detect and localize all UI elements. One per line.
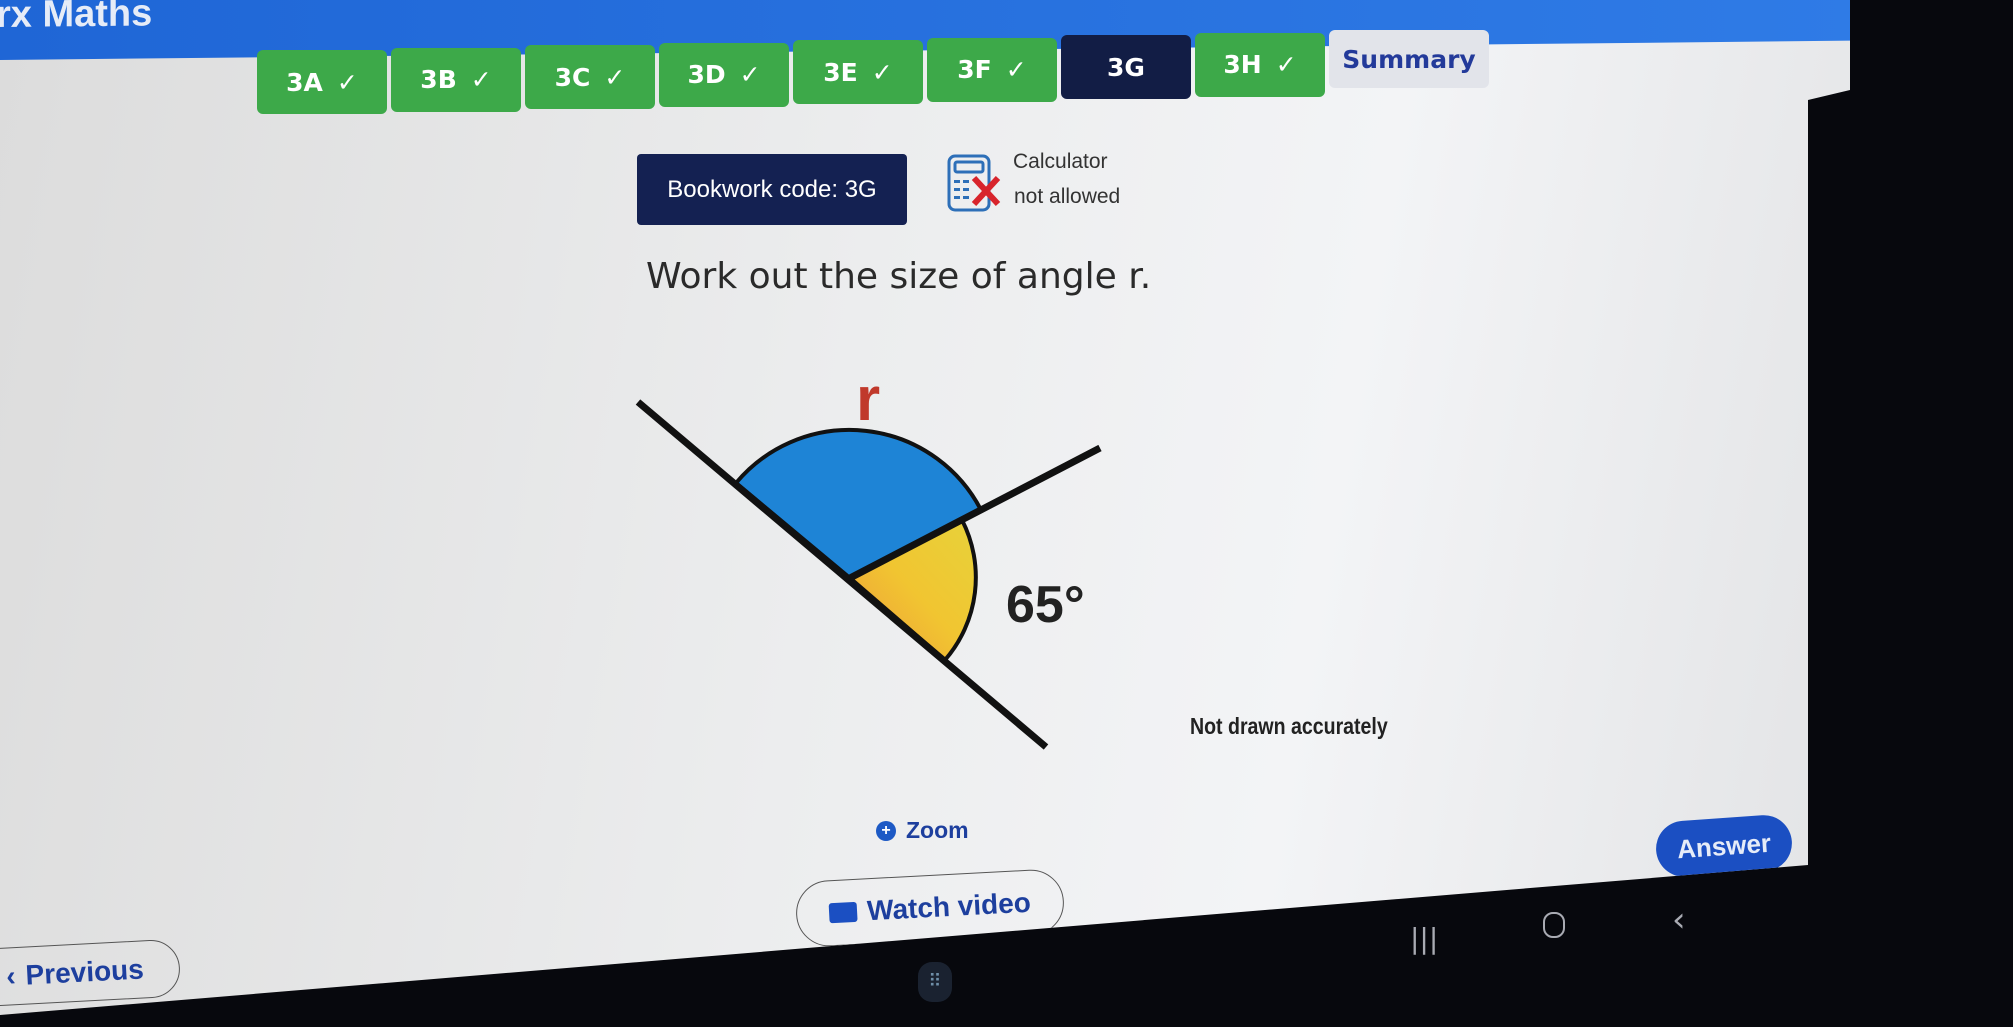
previous-label: Previous: [24, 953, 145, 991]
screen: rx Maths 3A ✓ 3B ✓ 3C ✓ 3D ✓ 3E ✓ 3F ✓ 3G 3H ✓ Summary …: [0, 0, 1850, 1015]
zoom-in-icon: +: [876, 820, 896, 841]
back-icon[interactable]: ‹: [1672, 900, 1686, 940]
chevron-left-icon: ‹: [5, 960, 17, 992]
answer-label: Answer: [1676, 827, 1772, 864]
known-angle-label: 65°: [1006, 576, 1085, 634]
diagram-note: Not drawn accurately: [1190, 713, 1388, 739]
zoom-label: Zoom: [906, 817, 969, 843]
answer-button[interactable]: Answer: [1654, 813, 1794, 879]
app-drawer-icon[interactable]: ⠿: [918, 962, 952, 1002]
home-icon[interactable]: [1543, 912, 1565, 938]
watch-video-button[interactable]: Watch video: [794, 868, 1066, 948]
video-camera-icon: [828, 901, 858, 924]
zoom-button[interactable]: + Zoom: [876, 817, 969, 844]
watch-video-label: Watch video: [866, 886, 1032, 927]
unknown-angle-label: r: [856, 365, 880, 434]
recent-apps-icon[interactable]: |||: [1410, 922, 1438, 955]
previous-button[interactable]: ‹ Previous: [0, 938, 182, 1008]
angle-diagram: r 65°: [635, 365, 1102, 750]
